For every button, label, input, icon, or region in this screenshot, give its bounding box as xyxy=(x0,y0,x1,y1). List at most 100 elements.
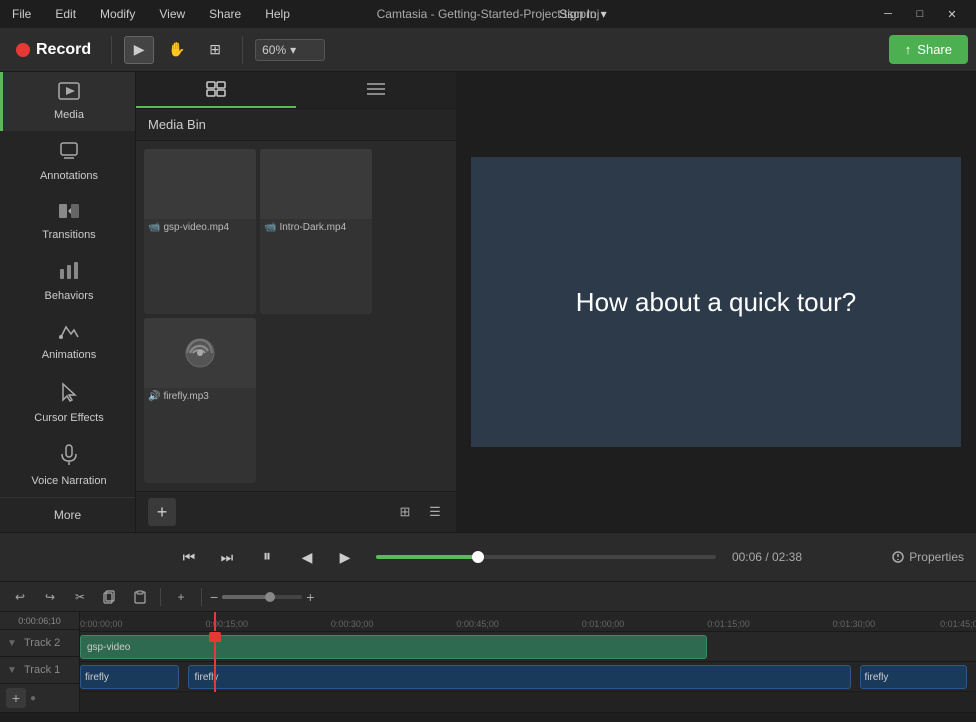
sidebar-item-annotations[interactable]: Annotations xyxy=(0,131,135,192)
record-dot xyxy=(16,43,30,57)
sidebar-item-animations[interactable]: Animations xyxy=(0,312,135,371)
minimize-button[interactable]: ─ xyxy=(872,0,904,28)
maximize-button[interactable]: □ xyxy=(904,0,936,28)
sidebar-item-cursor-effects-label: Cursor Effects xyxy=(34,412,104,424)
track1-clip-audio-2[interactable]: firefly xyxy=(188,665,851,689)
list-view-button[interactable]: ☰ xyxy=(422,500,448,524)
sidebar-item-voice-narration[interactable]: Voice Narration xyxy=(0,434,135,497)
grid-view-button[interactable]: ⊞ xyxy=(392,500,418,524)
media-tab-grid[interactable] xyxy=(136,72,296,108)
menu-help[interactable]: Help xyxy=(261,5,294,23)
track-dot: ● xyxy=(30,693,36,704)
add-track-button[interactable]: + xyxy=(169,586,193,608)
track1-clip-audio-3[interactable]: firefly xyxy=(860,665,968,689)
media-panel: Media Bin 📹 gsp-video.mp4 📹 Intro-Dark.m… xyxy=(136,72,456,532)
sidebar-item-cursor-effects[interactable]: Cursor Effects xyxy=(0,371,135,434)
copy-button[interactable] xyxy=(98,586,122,608)
share-button[interactable]: ↑ Share xyxy=(889,35,968,64)
media-thumbnail xyxy=(144,149,256,219)
time-display: 00:06 / 02:38 xyxy=(732,550,802,564)
playhead-time: 0:00:06;10 xyxy=(18,616,61,626)
media-item-name: 📹 Intro-Dark.mp4 xyxy=(260,219,372,236)
sidebar-item-behaviors[interactable]: Behaviors xyxy=(0,251,135,312)
zoom-slider-handle[interactable] xyxy=(265,592,275,602)
redo-button[interactable]: ↪ xyxy=(38,586,62,608)
cut-button[interactable]: ✂ xyxy=(68,586,92,608)
sidebar-more-button[interactable]: More xyxy=(0,497,135,532)
menu-share[interactable]: Share xyxy=(205,5,245,23)
preview-text: How about a quick tour? xyxy=(576,287,856,318)
animations-icon xyxy=(58,322,80,345)
zoom-selector[interactable]: 60% ▾ xyxy=(255,39,325,61)
timeline-separator-2 xyxy=(201,588,202,606)
main-content: Media Annotations Transitions Behaviors … xyxy=(0,72,976,532)
paste-button[interactable] xyxy=(128,586,152,608)
add-track-plus-button[interactable]: + xyxy=(6,688,26,708)
track2-clip-video[interactable]: gsp-video xyxy=(80,635,707,659)
sidebar-item-animations-label: Animations xyxy=(42,349,96,361)
view-buttons: ⊞ ☰ xyxy=(392,500,448,524)
app-title: Camtasia - Getting-Started-Project.tscpr… xyxy=(377,7,600,21)
share-label: Share xyxy=(917,42,952,57)
sidebar-item-annotations-label: Annotations xyxy=(40,170,98,182)
sidebar-more-label: More xyxy=(54,508,81,522)
audio-thumbnail xyxy=(144,318,256,388)
video-icon-2: 📹 xyxy=(264,222,276,233)
preview-area: How about a quick tour? xyxy=(456,72,976,532)
track2-label: ▼ Track 2 xyxy=(0,630,79,657)
move-tool-button[interactable]: ✋ xyxy=(162,36,192,64)
track1-clip-audio-1[interactable]: firefly xyxy=(80,665,179,689)
toolbar-separator xyxy=(111,36,112,64)
progress-handle[interactable] xyxy=(472,551,484,563)
zoom-out-icon[interactable]: − xyxy=(210,589,218,605)
crop-tool-button[interactable]: ⊞ xyxy=(200,36,230,64)
sidebar-item-media[interactable]: Media xyxy=(0,72,135,131)
menu-modify[interactable]: Modify xyxy=(96,5,139,23)
timeline: ↩ ↪ ✂ + − + 0:00:06;10 xyxy=(0,582,976,712)
play-pause-button[interactable]: ⏸ xyxy=(250,540,284,574)
undo-button[interactable]: ↩ xyxy=(8,586,32,608)
toolbar-separator-2 xyxy=(242,36,243,64)
preview-screen: How about a quick tour? xyxy=(471,157,961,447)
prev-marker-button[interactable]: ◀ xyxy=(292,542,322,572)
menu-view[interactable]: View xyxy=(155,5,189,23)
media-item[interactable]: 📹 Intro-Dark.mp4 xyxy=(260,149,372,314)
video-icon: 📹 xyxy=(148,222,160,233)
track1-label: ▼ Track 1 xyxy=(0,657,79,684)
add-media-button[interactable]: + xyxy=(148,498,176,526)
sidebar-item-media-label: Media xyxy=(54,109,84,121)
ruler-mark-7: 0:01:45;00 xyxy=(940,619,976,629)
timeline-scrollbar[interactable] xyxy=(0,712,976,722)
close-button[interactable]: ✕ xyxy=(936,0,968,28)
zoom-slider[interactable] xyxy=(222,595,302,599)
media-tab-list[interactable] xyxy=(296,72,456,108)
next-marker-button[interactable]: ▶ xyxy=(330,542,360,572)
behaviors-icon xyxy=(58,261,80,286)
step-back-button[interactable]: ⏮ xyxy=(174,542,204,572)
media-item-audio[interactable]: 🔊 firefly.mp3 xyxy=(144,318,256,483)
track1-expand-button[interactable]: ▼ xyxy=(4,662,20,678)
media-item[interactable]: 📹 gsp-video.mp4 xyxy=(144,149,256,314)
menu-edit[interactable]: Edit xyxy=(51,5,80,23)
time-separator: / xyxy=(765,550,772,564)
zoom-in-icon[interactable]: + xyxy=(306,589,314,605)
track1-clip-name-3: firefly xyxy=(865,672,889,683)
add-track-area: + ● xyxy=(0,684,79,712)
ruler-mark-3: 0:00:45;00 xyxy=(456,619,499,629)
progress-bar[interactable] xyxy=(376,555,716,559)
properties-button[interactable]: Properties xyxy=(891,550,964,564)
timeline-ruler[interactable]: 0:00:00;00 0:00:15;00 0:00:30;00 0:00:45… xyxy=(80,612,976,632)
ruler-mark-6: 0:01:30;00 xyxy=(833,619,876,629)
record-button[interactable]: Record xyxy=(8,41,99,59)
zoom-slider-fill xyxy=(222,595,270,599)
menu-file[interactable]: File xyxy=(8,5,35,23)
sidebar-item-transitions[interactable]: Transitions xyxy=(0,192,135,251)
media-thumbnail xyxy=(260,149,372,219)
step-forward-button[interactable]: ⏭ xyxy=(212,542,242,572)
ruler-mark-0: 0:00:00;00 xyxy=(80,619,123,629)
track-area: 0:00:00;00 0:00:15;00 0:00:30;00 0:00:45… xyxy=(80,612,976,712)
cursor-effects-icon xyxy=(60,381,78,408)
select-tool-button[interactable]: ▶ xyxy=(124,36,154,64)
ruler-spacer: 0:00:06;10 xyxy=(0,612,79,630)
track2-expand-button[interactable]: ▼ xyxy=(4,635,20,651)
